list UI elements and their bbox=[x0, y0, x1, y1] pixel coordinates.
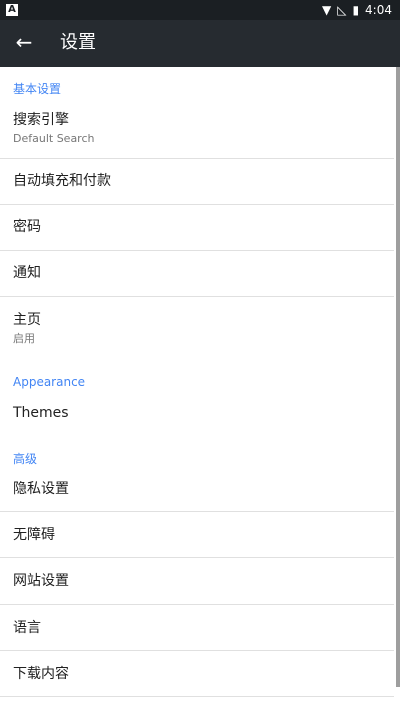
item-label: 无障碍 bbox=[13, 527, 55, 543]
no-signal-icon: ◺ bbox=[337, 3, 347, 17]
settings-item-themes[interactable]: Themes bbox=[0, 397, 400, 429]
settings-item-passwords[interactable]: 密码 bbox=[0, 205, 400, 250]
settings-item-notifications[interactable]: 通知 bbox=[0, 251, 400, 296]
item-label: 隐私设置 bbox=[13, 481, 69, 497]
item-summary: 启用 bbox=[13, 332, 35, 345]
status-icons: ▼ ◺ ▮ 4:04 bbox=[322, 0, 392, 20]
settings-item-privacy[interactable]: 隐私设置 bbox=[0, 471, 400, 511]
item-label: 语言 bbox=[13, 620, 41, 636]
toolbar: ← 设置 bbox=[0, 20, 400, 67]
battery-icon: ▮ bbox=[352, 3, 360, 17]
settings-item-site-settings[interactable]: 网站设置 bbox=[0, 558, 400, 603]
item-label: 密码 bbox=[13, 219, 41, 235]
settings-item-homepage[interactable]: 主页 启用 bbox=[0, 297, 400, 352]
settings-item-accessibility[interactable]: 无障碍 bbox=[0, 512, 400, 557]
settings-item-search-engine[interactable]: 搜索引擎 Default Search bbox=[0, 105, 400, 157]
item-label: 下载内容 bbox=[13, 666, 69, 682]
page-title: 设置 bbox=[60, 32, 96, 53]
item-label: 通知 bbox=[13, 265, 41, 281]
item-label: 网站设置 bbox=[13, 573, 69, 589]
section-header-basic: 基本设置 bbox=[13, 82, 62, 96]
item-label: Themes bbox=[13, 405, 69, 421]
status-bar: A ▼ ◺ ▮ 4:04 bbox=[0, 0, 400, 20]
item-label: 搜索引擎 bbox=[13, 112, 69, 128]
arrow-back-icon[interactable]: ← bbox=[12, 30, 36, 54]
section-header-advanced: 高级 bbox=[13, 452, 38, 466]
status-time: 4:04 bbox=[365, 3, 392, 17]
item-label: 主页 bbox=[13, 312, 41, 328]
divider bbox=[0, 696, 394, 697]
settings-item-language[interactable]: 语言 bbox=[0, 605, 400, 650]
settings-item-autofill[interactable]: 自动填充和付款 bbox=[0, 159, 400, 204]
item-summary: Default Search bbox=[13, 132, 95, 145]
settings-item-downloads[interactable]: 下载内容 bbox=[0, 651, 400, 696]
section-header-appearance: Appearance bbox=[13, 375, 86, 389]
settings-list: 基本设置 搜索引擎 Default Search 自动填充和付款 密码 通知 主… bbox=[0, 67, 400, 711]
scrollbar[interactable] bbox=[396, 67, 400, 687]
wifi-icon: ▼ bbox=[321, 3, 332, 17]
item-label: 自动填充和付款 bbox=[13, 173, 111, 189]
notification-a-icon: A bbox=[6, 4, 18, 16]
